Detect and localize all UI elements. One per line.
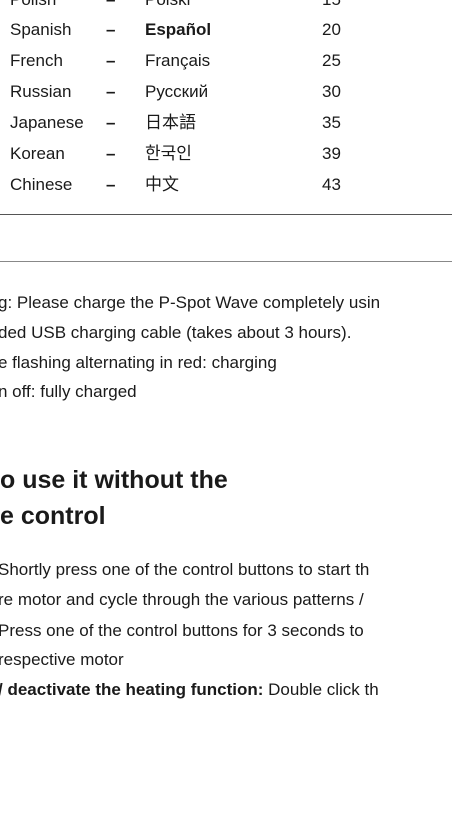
language-native-name: Русский xyxy=(145,82,209,101)
language-native-name: 中文 xyxy=(145,175,179,194)
language-page-number: 15 xyxy=(322,0,341,12)
instruction-line: / deactivate the heating function: Doubl… xyxy=(0,677,379,703)
language-native-name: Polski xyxy=(145,0,190,12)
language-native-name: Français xyxy=(145,51,211,70)
instruction-line: Press one of the control buttons for 3 s… xyxy=(0,621,364,640)
language-dash: – xyxy=(106,113,116,132)
language-page-number: 25 xyxy=(322,51,341,70)
heating-function-label: / deactivate the heating function: xyxy=(0,680,264,699)
language-dash: – xyxy=(106,144,116,163)
language-english-name: Polish xyxy=(10,0,56,12)
instruction-line: Shortly press one of the control buttons… xyxy=(0,560,370,579)
language-english-name: Korean xyxy=(10,144,65,163)
language-dash: – xyxy=(106,82,116,101)
section-heading: e control xyxy=(0,502,106,530)
language-page-number: 39 xyxy=(322,144,341,163)
language-english-name: Spanish xyxy=(10,20,72,39)
charging-line: n off: fully charged xyxy=(0,382,137,401)
language-page-number: 20 xyxy=(322,20,341,39)
language-dash: – xyxy=(106,175,116,194)
heating-function-text: Double click th xyxy=(263,680,379,699)
charging-label: g: xyxy=(0,293,13,312)
divider xyxy=(0,214,452,215)
charging-text: Please charge the P-Spot Wave completely… xyxy=(12,293,381,312)
language-dash: – xyxy=(106,0,115,12)
charging-line: e flashing alternating in red: charging xyxy=(0,353,277,372)
language-english-name: French xyxy=(10,51,63,70)
language-english-name: Chinese xyxy=(10,175,73,194)
language-english-name: Russian xyxy=(10,82,72,101)
language-page-number: 35 xyxy=(322,113,341,132)
language-dash: – xyxy=(106,20,116,39)
charging-line: g: Please charge the P-Spot Wave complet… xyxy=(0,290,380,316)
language-dash: – xyxy=(106,51,116,70)
instruction-line: re motor and cycle through the various p… xyxy=(0,590,364,609)
section-heading: o use it without the xyxy=(0,466,228,494)
language-page-number: 43 xyxy=(322,175,341,194)
language-english-name: Japanese xyxy=(10,113,84,132)
charging-line: ded USB charging cable (takes about 3 ho… xyxy=(0,323,352,342)
language-native-name: Español xyxy=(145,20,212,39)
language-page-number: 30 xyxy=(322,82,341,101)
instruction-line: respective motor xyxy=(0,650,124,669)
language-native-name: 日本語 xyxy=(145,113,196,132)
divider xyxy=(0,261,452,262)
language-native-name: 한국인 xyxy=(145,144,192,163)
